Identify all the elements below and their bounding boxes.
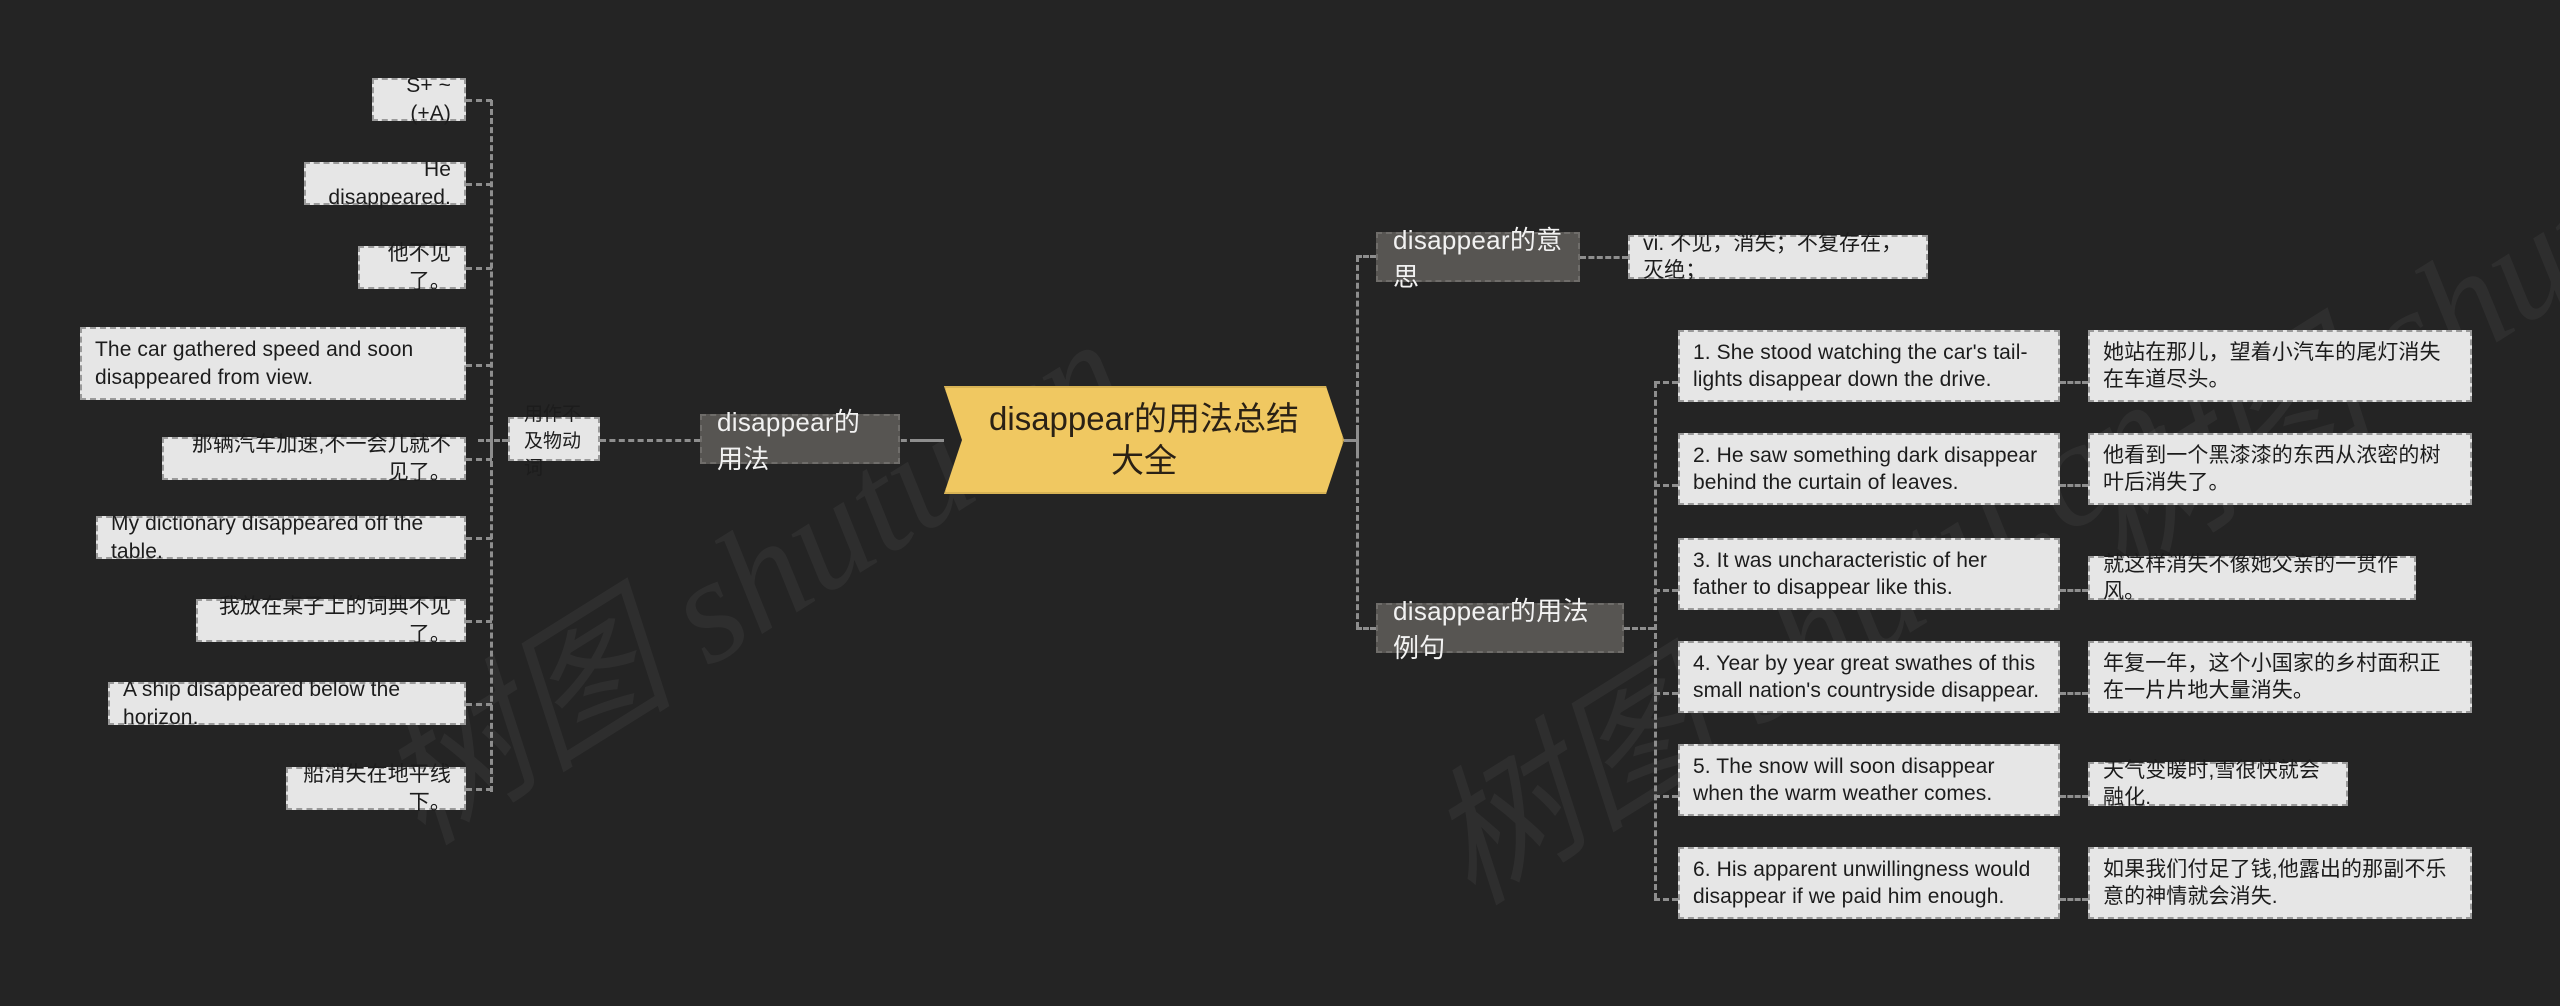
leaf-node-usage-4-label: The car gathered speed and soon disappea… (95, 338, 414, 389)
connector-leaf-stub-3 (466, 267, 492, 270)
connector-meaning-to-definition (1580, 256, 1628, 259)
connector-leaf-stub-4 (466, 364, 492, 367)
leaf-node-example-zh-2[interactable]: 他看到一个黑漆漆的东西从浓密的树叶后消失了。 (2088, 433, 2472, 505)
leaf-node-example-zh-5-label: 天气变暖时,雪很快就会融化. (2103, 758, 2320, 809)
connector-example-stub-4 (1654, 692, 1678, 695)
leaf-node-example-zh-3-label: 就这样消失不像她父亲的一贯作风。 (2103, 552, 2399, 603)
leaf-node-usage-8[interactable]: A ship disappeared below the horizon. (108, 678, 466, 729)
leaf-node-usage-3[interactable]: 他不见了。 (358, 242, 466, 293)
connector-example-stub-5 (1654, 795, 1678, 798)
connector-leaf-stub-5 (466, 458, 492, 461)
leaf-node-usage-7-label: 我放在桌子上的词典不见了。 (218, 595, 451, 646)
leaf-node-usage-4[interactable]: The car gathered speed and soon disappea… (80, 327, 466, 400)
connector-leaf-stub-9 (466, 788, 492, 791)
leaf-node-example-en-4[interactable]: 4. Year by year great swathes of this sm… (1678, 641, 2060, 713)
center-node-label: disappear的用法总结大全 (989, 400, 1299, 479)
watermark-right: 树图 shutu.cn (2030, 0, 2560, 614)
connector-leaf-stub-7 (466, 620, 492, 623)
connector-usage-to-subbranch (600, 439, 700, 442)
mindmap-canvas: 树图 shutu.cn 树图 shutu.cn 树图 shutu.cn (0, 0, 2560, 1006)
connector-subbranch-to-spine (478, 439, 508, 442)
leaf-node-example-en-5[interactable]: 5. The snow will soon disappear when the… (1678, 744, 2060, 816)
leaf-node-usage-5[interactable]: 那辆汽车加速,不一会儿就不见了。 (162, 433, 466, 484)
connector-example-stub-1 (1654, 381, 1678, 384)
leaf-node-definition[interactable]: vi. 不见，消失；不复存在，灭绝； (1628, 232, 1928, 282)
leaf-node-usage-9-label: 船消失在地平线下。 (303, 763, 451, 814)
connector-right-to-meaning (1356, 255, 1376, 258)
leaf-node-usage-1-label: S+ ~ (+A) (406, 74, 451, 125)
connector-center-right-tick (1356, 425, 1359, 454)
leaf-node-example-zh-5[interactable]: 天气变暖时,雪很快就会融化. (2088, 759, 2348, 809)
leaf-node-usage-1[interactable]: S+ ~ (+A) (372, 74, 466, 125)
leaf-node-example-zh-1-label: 她站在那儿，望着小汽车的尾灯消失在车道尽头。 (2103, 340, 2441, 391)
leaf-node-example-en-3-label: 3. It was uncharacteristic of her father… (1693, 548, 1987, 599)
leaf-node-example-zh-4[interactable]: 年复一年，这个小国家的乡村面积正在一片片地大量消失。 (2088, 641, 2472, 713)
leaf-node-usage-2[interactable]: He disappeared. (304, 158, 466, 209)
subbranch-node-intransitive[interactable]: 用作不及物动词 (508, 404, 600, 479)
leaf-node-usage-5-label: 那辆汽车加速,不一会儿就不见了。 (191, 433, 451, 484)
leaf-node-usage-9[interactable]: 船消失在地平线下。 (286, 763, 466, 814)
leaf-node-usage-2-label: He disappeared. (328, 158, 451, 209)
branch-node-examples-label: disappear的用法例句 (1393, 596, 1589, 663)
leaf-node-example-en-1[interactable]: 1. She stood watching the car's tail-lig… (1678, 330, 2060, 402)
connector-left-spine (490, 100, 493, 792)
branch-node-usage-label: disappear的用法 (717, 407, 861, 474)
connector-leaf-stub-1 (466, 99, 492, 102)
leaf-node-usage-3-label: 他不见了。 (387, 242, 451, 293)
leaf-node-usage-8-label: A ship disappeared below the horizon. (123, 678, 401, 729)
connector-right-spine (1356, 256, 1359, 628)
leaf-node-example-zh-6-label: 如果我们付足了钱,他露出的那副不乐意的神情就会消失. (2103, 857, 2447, 908)
leaf-node-example-en-2[interactable]: 2. He saw something dark disappear behin… (1678, 433, 2060, 505)
connector-subbranch-tick (490, 425, 493, 454)
leaf-node-usage-6-label: My dictionary disappeared off the table. (111, 512, 424, 563)
leaf-node-usage-7[interactable]: 我放在桌子上的词典不见了。 (196, 595, 466, 646)
leaf-node-usage-6[interactable]: My dictionary disappeared off the table. (96, 512, 466, 563)
leaf-node-example-en-3[interactable]: 3. It was uncharacteristic of her father… (1678, 538, 2060, 610)
connector-example-stub-2 (1654, 484, 1678, 487)
connector-examples-spine (1654, 382, 1657, 899)
connector-en-zh-2 (2060, 484, 2088, 487)
connector-center-right-stub (1344, 439, 1358, 442)
center-node[interactable]: disappear的用法总结大全 (944, 386, 1344, 494)
leaf-node-example-en-1-label: 1. She stood watching the car's tail-lig… (1693, 340, 2028, 391)
connector-leaf-stub-2 (466, 183, 492, 186)
leaf-node-example-zh-1[interactable]: 她站在那儿，望着小汽车的尾灯消失在车道尽头。 (2088, 330, 2472, 402)
connector-example-stub-3 (1654, 589, 1678, 592)
branch-node-meaning-label: disappear的意思 (1393, 225, 1563, 292)
connector-en-zh-3 (2060, 589, 2088, 592)
subbranch-node-intransitive-label: 用作不及物动词 (524, 403, 582, 479)
connector-examples-to-spine (1624, 627, 1654, 630)
leaf-node-definition-label: vi. 不见，消失；不复存在，灭绝； (1643, 231, 1903, 282)
connector-right-to-examples (1356, 627, 1376, 630)
leaf-node-example-en-4-label: 4. Year by year great swathes of this sm… (1693, 651, 2040, 702)
branch-node-meaning[interactable]: disappear的意思 (1376, 225, 1580, 292)
branch-node-usage[interactable]: disappear的用法 (700, 407, 900, 474)
leaf-node-example-en-5-label: 5. The snow will soon disappear when the… (1693, 754, 1995, 805)
leaf-node-example-en-6[interactable]: 6. His apparent unwillingness would disa… (1678, 847, 2060, 919)
leaf-node-example-zh-6[interactable]: 如果我们付足了钱,他露出的那副不乐意的神情就会消失. (2088, 847, 2472, 919)
connector-leaf-stub-6 (466, 537, 492, 540)
leaf-node-example-zh-4-label: 年复一年，这个小国家的乡村面积正在一片片地大量消失。 (2103, 651, 2441, 702)
leaf-node-example-en-6-label: 6. His apparent unwillingness would disa… (1693, 857, 2031, 908)
leaf-node-example-en-2-label: 2. He saw something dark disappear behin… (1693, 443, 2038, 494)
connector-example-stub-6 (1654, 898, 1678, 901)
connector-en-zh-4 (2060, 692, 2088, 695)
connector-leaf-stub-8 (466, 703, 492, 706)
connector-en-zh-1 (2060, 381, 2088, 384)
connector-en-zh-5 (2060, 795, 2088, 798)
branch-node-examples[interactable]: disappear的用法例句 (1376, 596, 1624, 663)
connector-center-left-stub (914, 439, 944, 442)
leaf-node-example-zh-3[interactable]: 就这样消失不像她父亲的一贯作风。 (2088, 553, 2416, 603)
connector-en-zh-6 (2060, 898, 2088, 901)
leaf-node-example-zh-2-label: 他看到一个黑漆漆的东西从浓密的树叶后消失了。 (2103, 443, 2441, 494)
